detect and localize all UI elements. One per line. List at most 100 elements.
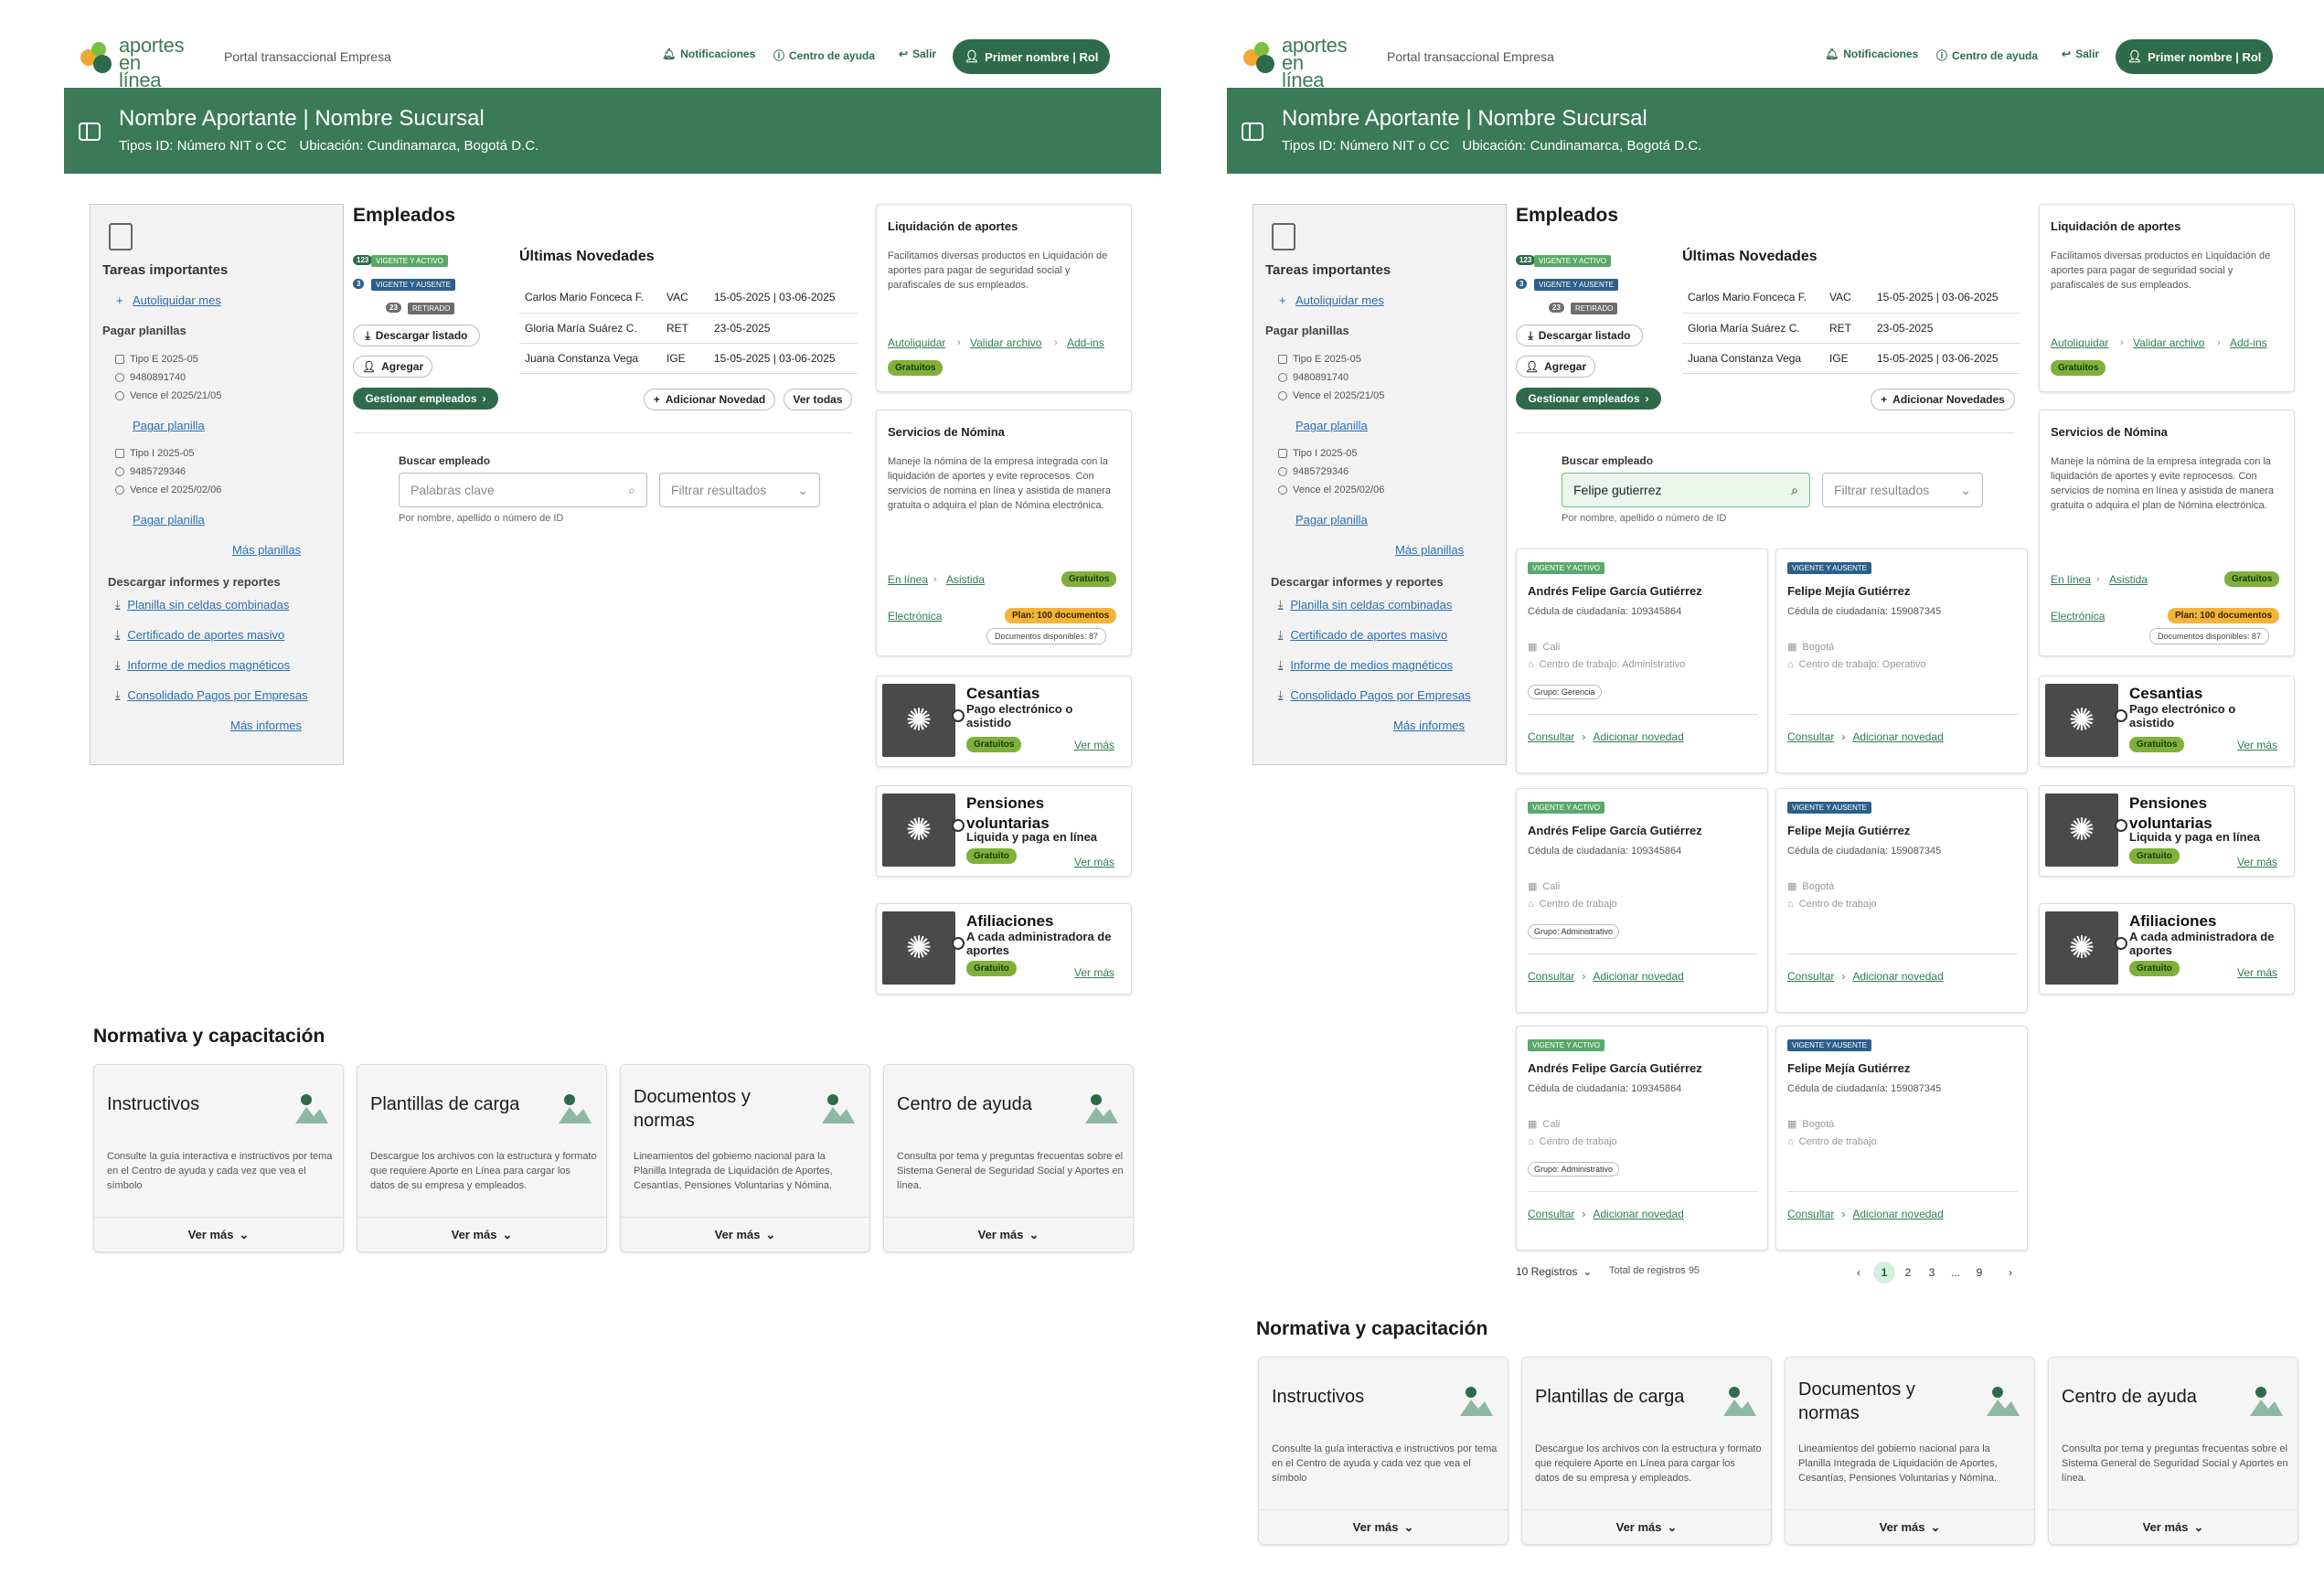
consult-link[interactable]: Consultar [1787, 970, 1834, 983]
pay-sheet2-link[interactable]: Pagar planilla [1295, 513, 1368, 527]
more-sheets-link[interactable]: Más planillas [1395, 543, 1464, 557]
logout-link[interactable]: ↩ Salir [2062, 48, 2099, 60]
see-more-button[interactable]: Ver más ⌄ [357, 1217, 606, 1251]
employee-result-card[interactable]: VIGENTE Y ACTIVO Andrés Felipe García Gu… [1516, 788, 1768, 1013]
table-row[interactable]: Gloria María Suárez C. RET 23-05-2025 [519, 313, 858, 344]
autoliquidar-link[interactable]: Autoliquidar [888, 336, 945, 349]
sidebar-toggle-icon[interactable] [79, 122, 101, 141]
table-row[interactable]: Carlos Mario Fonceca F. VAC 15-05-2025 | 0… [519, 282, 858, 314]
product-card[interactable]: ✺ Afiliaciones A cada administradora de … [876, 903, 1132, 995]
page-button[interactable]: 1 [1873, 1262, 1895, 1283]
user-menu-button[interactable]: 👤︎ Primer nombre | Rol [953, 39, 1110, 74]
training-card[interactable]: Plantillas de carga Descargue los archiv… [1521, 1357, 1772, 1545]
add-news-button[interactable]: + Adicionar Novedades [1871, 389, 2015, 410]
online-link[interactable]: En línea [2051, 573, 2091, 586]
search-icon[interactable]: ⌕ [1791, 483, 1798, 498]
page-button[interactable]: 2 [1897, 1262, 1919, 1283]
more-reports-link[interactable]: Más informes [230, 719, 302, 732]
pay-sheet1-link[interactable]: Pagar planilla [1295, 419, 1368, 432]
training-card[interactable]: Instructivos Consulte la guía interactiv… [1258, 1357, 1508, 1545]
logout-link[interactable]: ↩ Salir [899, 48, 936, 60]
add-news-link[interactable]: Adicionar novedad [1852, 970, 1943, 983]
training-card[interactable]: Instructivos Consulte la guía interactiv… [93, 1064, 344, 1252]
product-card[interactable]: ✺ Cesantias Pago electrónico o asistido … [2039, 676, 2295, 767]
report-download-link[interactable]: ⤓ Certificado de aportes masivo [1278, 628, 1447, 642]
pay-sheet1-link[interactable]: Pagar planilla [133, 419, 205, 432]
consult-link[interactable]: Consultar [1528, 730, 1574, 743]
assisted-link[interactable]: Asistida [2109, 573, 2148, 586]
employee-search-input[interactable]: Palabras clave ⌕ [399, 473, 647, 507]
validate-file-link[interactable]: Validar archivo [2133, 336, 2204, 349]
add-employee-button[interactable]: 👤︎ Agregar [1516, 356, 1595, 378]
add-news-link[interactable]: Adicionar novedad [1852, 1208, 1943, 1220]
training-card[interactable]: Centro de ayuda Consulta por tema y preg… [2048, 1357, 2298, 1545]
autoliquidar-link[interactable]: Autoliquidar mes [1295, 293, 1384, 307]
see-all-button[interactable]: Ver todas [784, 389, 852, 410]
report-download-link[interactable]: ⤓ Informe de medios magnéticos [1278, 658, 1453, 672]
report-download-link[interactable]: ⤓ Planilla sin celdas combinadas [115, 598, 289, 612]
product-card[interactable]: ✺ Afiliaciones A cada administradora de … [2039, 903, 2295, 995]
see-more-link[interactable]: Ver más [2237, 739, 2277, 751]
table-row[interactable]: Juana Constanza Vega IGE 15-05-2025 | 03-0… [519, 343, 858, 374]
table-row[interactable]: Carlos Mario Fonceca F. VAC 15-05-2025 | 0… [1682, 282, 2020, 314]
download-list-button[interactable]: ⤓ Descargar listado [1516, 325, 1643, 346]
aportes-logo[interactable]: aportes en línea [80, 36, 185, 91]
notifications-link[interactable]: 🔔︎ Notificaciones [662, 48, 755, 60]
report-download-link[interactable]: ⤓ Consolidado Pagos por Empresas [115, 688, 308, 702]
electronic-link[interactable]: Electrónica [2051, 610, 2105, 623]
autoliquidar-link[interactable]: Autoliquidar mes [133, 293, 221, 307]
see-more-link[interactable]: Ver más [2237, 856, 2277, 868]
consult-link[interactable]: Consultar [1528, 970, 1574, 983]
aportes-logo[interactable]: aportes en línea [1243, 36, 1348, 91]
autoliquidar-link[interactable]: Autoliquidar [2051, 336, 2108, 349]
see-more-button[interactable]: Ver más ⌄ [884, 1217, 1133, 1251]
see-more-button[interactable]: Ver más ⌄ [621, 1217, 869, 1251]
online-link[interactable]: En línea [888, 573, 928, 586]
see-more-link[interactable]: Ver más [1074, 966, 1114, 979]
more-reports-link[interactable]: Más informes [1393, 719, 1465, 732]
see-more-link[interactable]: Ver más [1074, 856, 1114, 868]
see-more-button[interactable]: Ver más ⌄ [94, 1217, 343, 1251]
assisted-link[interactable]: Asistida [946, 573, 985, 586]
per-page-select[interactable]: 10 Registros ⌄ [1516, 1265, 1592, 1278]
report-download-link[interactable]: ⤓ Planilla sin celdas combinadas [1278, 598, 1452, 612]
report-download-link[interactable]: ⤓ Consolidado Pagos por Empresas [1278, 688, 1471, 702]
employee-result-card[interactable]: VIGENTE Y AUSENTE Felipe Mejía Gutiérrez… [1775, 1026, 2028, 1251]
consult-link[interactable]: Consultar [1787, 730, 1834, 743]
consult-link[interactable]: Consultar [1528, 1208, 1574, 1220]
see-more-link[interactable]: Ver más [1074, 739, 1114, 751]
add-news-link[interactable]: Adicionar novedad [1852, 730, 1943, 743]
training-card[interactable]: Documentos y normas Lineamientos del gob… [620, 1064, 870, 1252]
report-download-link[interactable]: ⤓ Informe de medios magnéticos [115, 658, 290, 672]
add-news-link[interactable]: Adicionar novedad [1593, 970, 1683, 983]
download-list-button[interactable]: ⤓ Descargar listado [353, 325, 480, 346]
notifications-link[interactable]: 🔔︎ Notificaciones [1825, 48, 1918, 60]
see-more-button[interactable]: Ver más ⌄ [1786, 1509, 2034, 1544]
consult-link[interactable]: Consultar [1787, 1208, 1834, 1220]
page-button[interactable]: 3 [1921, 1262, 1943, 1283]
employee-result-card[interactable]: VIGENTE Y ACTIVO Andrés Felipe García Gu… [1516, 548, 1768, 773]
employee-result-card[interactable]: VIGENTE Y AUSENTE Felipe Mejía Gutiérrez… [1775, 548, 2028, 773]
see-more-button[interactable]: Ver más ⌄ [2049, 1509, 2297, 1544]
filter-results-select[interactable]: Filtrar resultados ⌄ [659, 473, 820, 507]
see-more-button[interactable]: Ver más ⌄ [1259, 1509, 1508, 1544]
see-more-button[interactable]: Ver más ⌄ [1522, 1509, 1771, 1544]
filter-results-select[interactable]: Filtrar resultados ⌄ [1822, 473, 1983, 507]
product-card[interactable]: ✺ Pensiones voluntarias Liquida y paga e… [876, 785, 1132, 877]
manage-employees-button[interactable]: Gestionar empleados › [1516, 388, 1661, 410]
electronic-link[interactable]: Electrónica [888, 610, 942, 623]
help-center-link[interactable]: ⓘ Centro de ayuda [1936, 48, 2038, 63]
training-card[interactable]: Documentos y normas Lineamientos del gob… [1785, 1357, 2035, 1545]
addins-link[interactable]: Add-ins [1067, 336, 1104, 349]
add-news-link[interactable]: Adicionar novedad [1593, 730, 1683, 743]
table-row[interactable]: Gloria María Suárez C. RET 23-05-2025 [1682, 313, 2020, 344]
report-download-link[interactable]: ⤓ Certificado de aportes masivo [115, 628, 284, 642]
next-page-button[interactable]: › [1999, 1262, 2021, 1283]
prev-page-button[interactable]: ‹ [1848, 1262, 1870, 1283]
page-button[interactable]: ... [1945, 1262, 1967, 1283]
table-row[interactable]: Juana Constanza Vega IGE 15-05-2025 | 03-0… [1682, 343, 2020, 374]
more-sheets-link[interactable]: Más planillas [232, 543, 301, 557]
user-menu-button[interactable]: 👤︎ Primer nombre | Rol [2116, 39, 2273, 74]
product-card[interactable]: ✺ Cesantias Pago electrónico o asistido … [876, 676, 1132, 767]
employee-result-card[interactable]: VIGENTE Y AUSENTE Felipe Mejía Gutiérrez… [1775, 788, 2028, 1013]
